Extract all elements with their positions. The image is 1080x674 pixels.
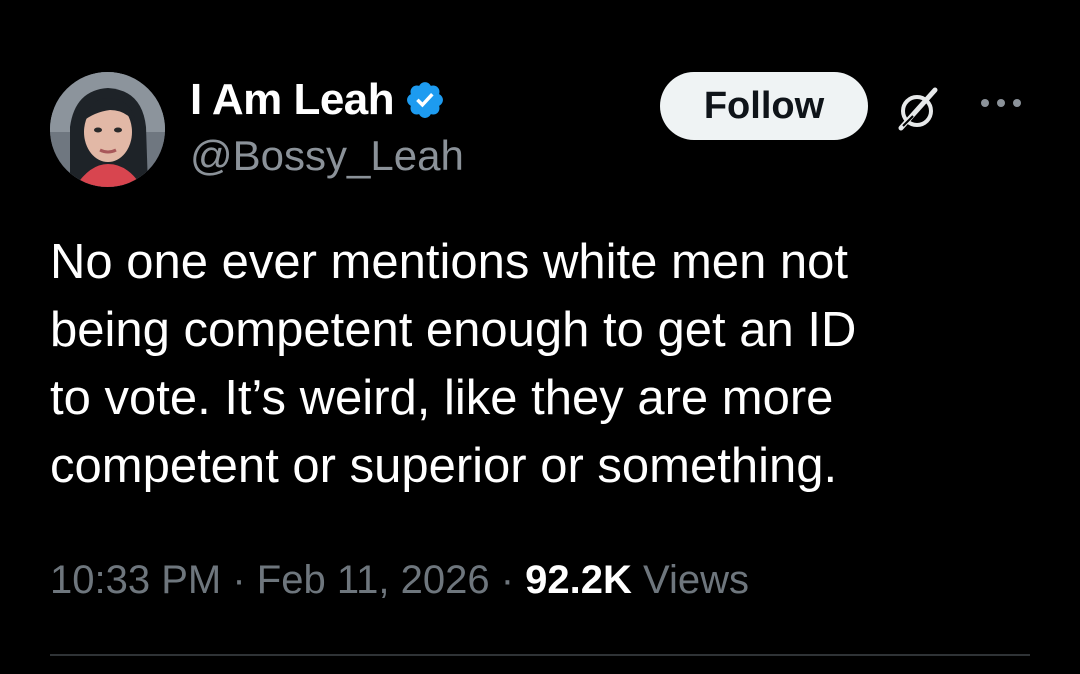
tweet-date[interactable]: Feb 11, 2026 xyxy=(257,558,490,602)
separator: · xyxy=(500,558,515,602)
follow-button[interactable]: Follow xyxy=(660,72,868,140)
tweet-text-line: No one ever mentions white men not xyxy=(50,235,849,289)
verified-badge-icon xyxy=(404,79,446,121)
tweet-meta: 10:33 PM · Feb 11, 2026 · 92.2K Views xyxy=(50,550,749,610)
avatar-image xyxy=(50,72,165,187)
avatar[interactable] xyxy=(50,72,165,187)
handle[interactable]: @Bossy_Leah xyxy=(190,132,464,180)
author-block: I Am Leah @Bossy_Leah xyxy=(190,70,464,180)
tweet-text-line: being competent enough to get an ID xyxy=(50,303,857,357)
tweet-text-line: competent or superior or something. xyxy=(50,439,838,493)
views-count[interactable]: 92.2K xyxy=(525,558,632,602)
views-label: Views xyxy=(643,558,750,602)
more-icon[interactable] xyxy=(975,88,1027,118)
grok-icon[interactable] xyxy=(893,84,943,134)
tweet-card: I Am Leah @Bossy_Leah Follow No one ever… xyxy=(0,0,1080,674)
name-row: I Am Leah xyxy=(190,70,464,130)
tweet-time[interactable]: 10:33 PM xyxy=(50,558,221,602)
tweet-text-line: to vote. It’s weird, like they are more xyxy=(50,371,834,425)
divider xyxy=(50,654,1030,656)
display-name[interactable]: I Am Leah xyxy=(190,75,395,125)
tweet-text: No one ever mentions white men not being… xyxy=(50,228,1050,500)
separator: · xyxy=(232,558,246,602)
